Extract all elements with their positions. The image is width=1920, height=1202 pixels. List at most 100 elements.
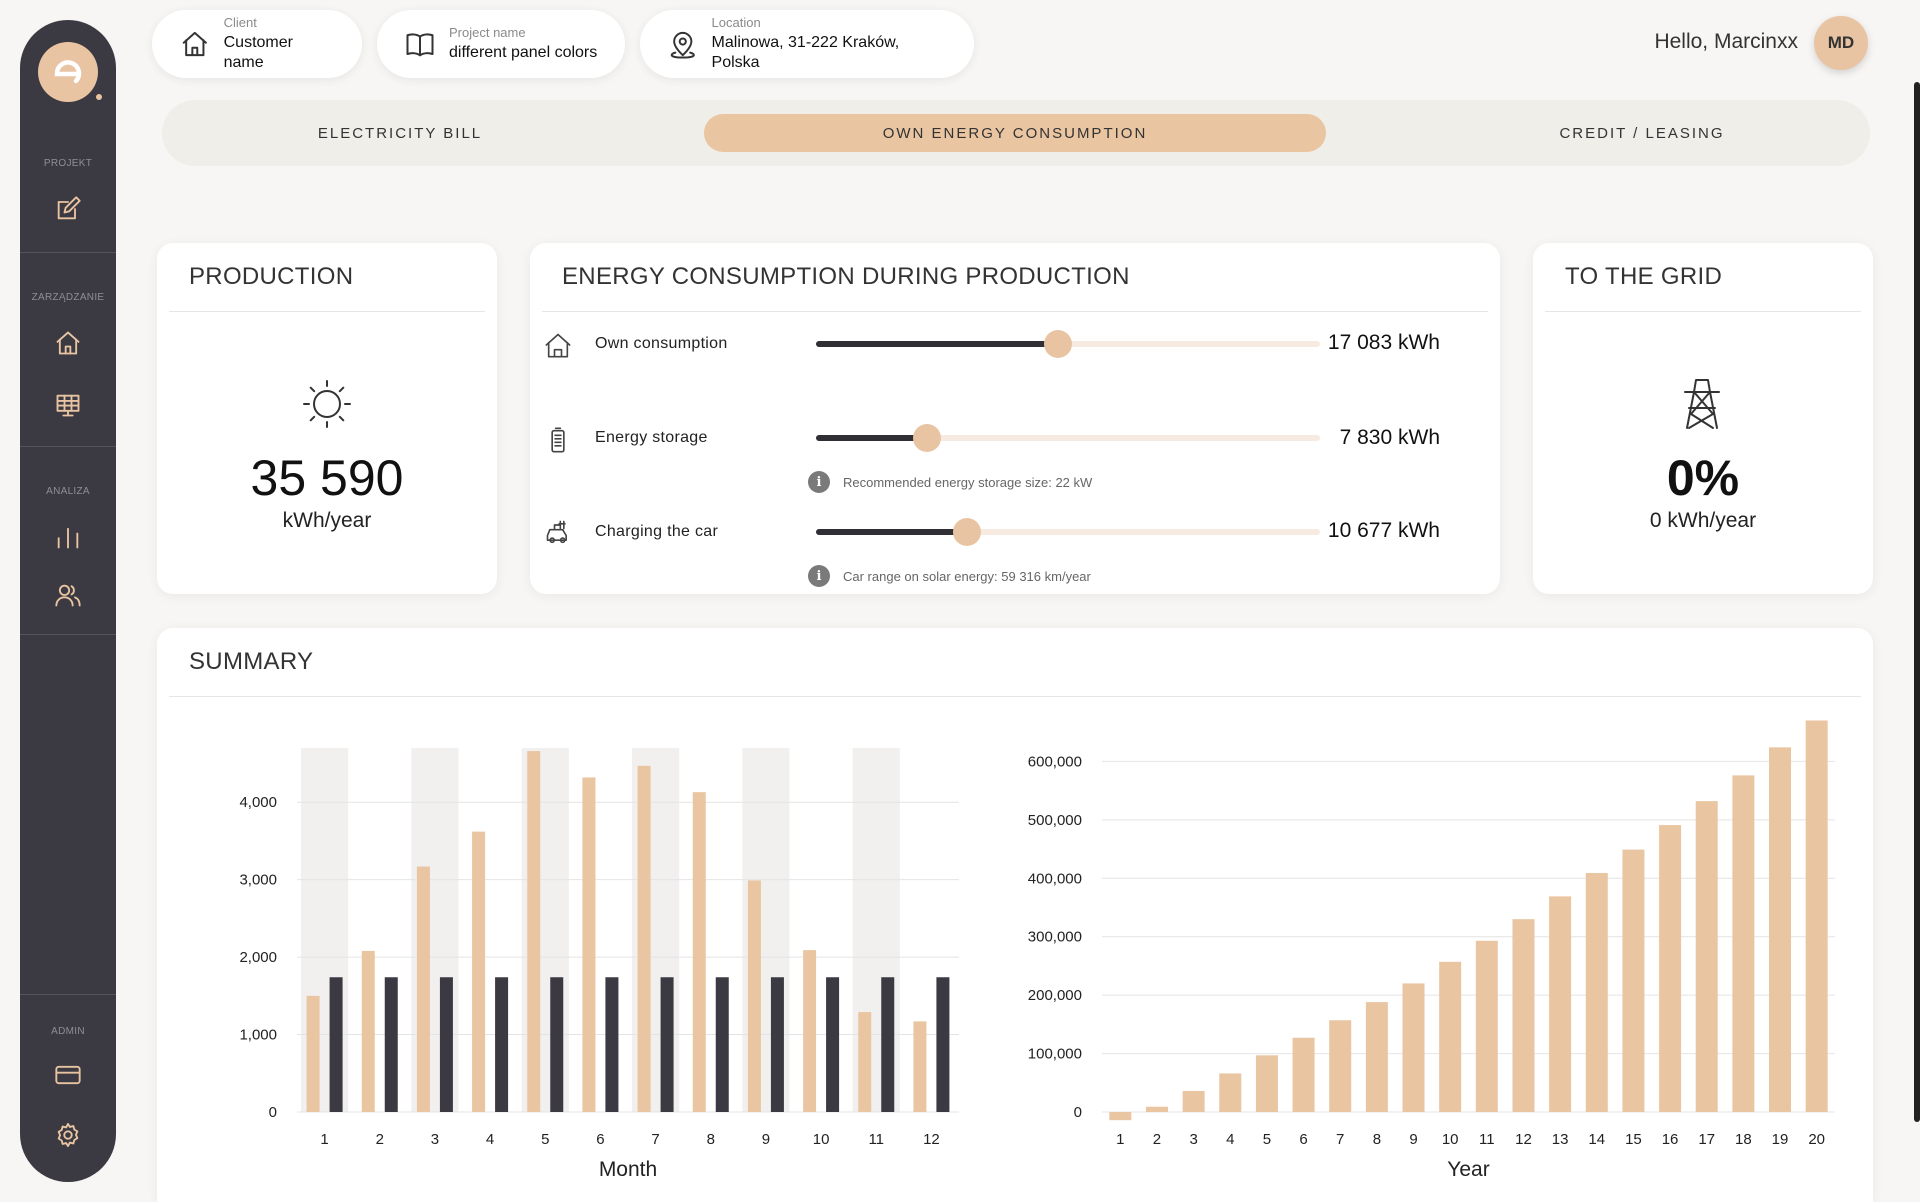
location-pill[interactable]: Location Malinowa, 31-222 Kraków, Polska <box>640 10 974 78</box>
x-axis-label: Year <box>1447 1158 1489 1181</box>
bar[interactable] <box>1622 849 1645 1112</box>
scrollbar[interactable] <box>1914 82 1920 1122</box>
bar[interactable] <box>582 777 596 1112</box>
x-tick-label: 13 <box>1552 1131 1569 1148</box>
bar[interactable] <box>384 977 398 1112</box>
bar[interactable] <box>1769 747 1792 1112</box>
slider-thumb[interactable] <box>1043 330 1072 358</box>
bar[interactable] <box>660 977 674 1112</box>
own-consumption-slider[interactable] <box>816 330 1320 358</box>
tab-own-energy-consumption[interactable]: OWN ENERGY CONSUMPTION <box>704 114 1326 152</box>
x-tick-label: 14 <box>1588 1131 1605 1148</box>
bar[interactable] <box>1329 1020 1352 1112</box>
bar[interactable] <box>329 977 343 1112</box>
bar-chart-icon[interactable] <box>53 522 83 552</box>
x-tick-label: 2 <box>376 1131 384 1148</box>
bar[interactable] <box>1659 825 1682 1112</box>
avatar[interactable]: MD <box>1814 16 1868 70</box>
client-pill[interactable]: Client Customer name <box>152 10 362 78</box>
consumption-card: ENERGY CONSUMPTION DURING PRODUCTION Own… <box>530 243 1500 594</box>
bar[interactable] <box>747 880 761 1112</box>
tab-credit-leasing[interactable]: CREDIT / LEASING <box>1440 114 1844 152</box>
bar[interactable] <box>1475 940 1498 1112</box>
x-tick-label: 5 <box>541 1131 549 1148</box>
bar[interactable] <box>715 977 729 1112</box>
grid-percent: 0% <box>1666 450 1740 506</box>
slider-thumb[interactable] <box>912 424 941 452</box>
bar[interactable] <box>692 792 706 1112</box>
bar[interactable] <box>550 977 564 1112</box>
x-tick-label: 15 <box>1625 1131 1642 1148</box>
house-icon <box>544 331 574 361</box>
energy-storage-value: 7 830 kWh <box>1339 426 1440 449</box>
sidebar-divider <box>20 634 116 635</box>
info-icon[interactable]: i <box>808 471 830 493</box>
bar[interactable] <box>1182 1090 1205 1112</box>
home-icon <box>182 31 207 57</box>
logo-dot <box>96 94 102 100</box>
y-tick-label: 600,000 <box>1028 753 1082 770</box>
sidebar-section-projekt: PROJEKT <box>43 158 93 169</box>
slider-thumb[interactable] <box>953 518 982 546</box>
x-tick-label: 8 <box>707 1131 715 1148</box>
bar[interactable] <box>495 977 509 1112</box>
info-icon[interactable]: i <box>808 565 830 587</box>
bar[interactable] <box>913 1021 927 1112</box>
bar[interactable] <box>361 950 375 1112</box>
charging-car-slider[interactable] <box>816 518 1320 546</box>
bar[interactable] <box>1145 1106 1168 1112</box>
project-pill[interactable]: Project name different panel colors <box>377 10 625 78</box>
own-consumption-label: Own consumption <box>595 335 728 352</box>
bar[interactable] <box>770 977 784 1112</box>
app-logo[interactable] <box>38 42 102 102</box>
project-label: Project name <box>449 25 526 40</box>
bar[interactable] <box>803 950 817 1112</box>
bar[interactable] <box>1585 872 1608 1112</box>
y-tick-label: 4,000 <box>239 794 277 811</box>
bar[interactable] <box>1109 1112 1132 1121</box>
tab-electricity-bill[interactable]: ELECTRICITY BILL <box>198 114 602 152</box>
bar[interactable] <box>826 977 840 1112</box>
charging-car-label: Charging the car <box>595 523 719 540</box>
bar[interactable] <box>1695 801 1718 1112</box>
bar[interactable] <box>527 751 541 1112</box>
grid-title: TO THE GRID <box>1565 263 1723 290</box>
bar[interactable] <box>637 765 651 1112</box>
bar[interactable] <box>605 977 619 1112</box>
y-tick-label: 2,000 <box>239 949 277 966</box>
edit-icon[interactable] <box>53 194 83 224</box>
bar[interactable] <box>858 1012 872 1112</box>
bar[interactable] <box>1219 1073 1242 1112</box>
x-tick-label: 12 <box>923 1131 940 1148</box>
bar[interactable] <box>306 995 320 1112</box>
x-tick-label: 19 <box>1772 1131 1789 1148</box>
bar[interactable] <box>1439 961 1462 1112</box>
bar[interactable] <box>1805 720 1828 1112</box>
y-tick-label: 500,000 <box>1028 812 1082 829</box>
y-tick-label: 200,000 <box>1028 987 1082 1004</box>
solar-panel-icon[interactable] <box>53 390 83 420</box>
bar[interactable] <box>1549 896 1572 1112</box>
bar[interactable] <box>1255 1055 1278 1112</box>
bar[interactable] <box>1732 775 1755 1112</box>
bar[interactable] <box>1365 1002 1388 1112</box>
bar[interactable] <box>416 866 430 1112</box>
sidebar-divider <box>20 252 116 253</box>
bar[interactable] <box>1402 983 1425 1112</box>
y-tick-label: 3,000 <box>239 872 277 889</box>
energy-storage-slider[interactable] <box>816 424 1320 452</box>
energy-storage-note-text: Recommended energy storage size: 22 kW <box>843 474 1093 490</box>
card-icon[interactable] <box>53 1060 83 1090</box>
bar[interactable] <box>439 977 453 1112</box>
bar[interactable] <box>936 977 950 1112</box>
divider <box>169 696 1861 697</box>
bar[interactable] <box>1292 1037 1315 1112</box>
x-tick-label: 11 <box>1479 1131 1495 1148</box>
location-label: Location <box>711 15 761 30</box>
gear-icon[interactable] <box>53 1120 83 1150</box>
home-icon[interactable] <box>53 328 83 358</box>
bar[interactable] <box>1512 919 1535 1112</box>
bar[interactable] <box>472 831 486 1112</box>
bar[interactable] <box>881 977 895 1112</box>
users-icon[interactable] <box>53 580 83 610</box>
